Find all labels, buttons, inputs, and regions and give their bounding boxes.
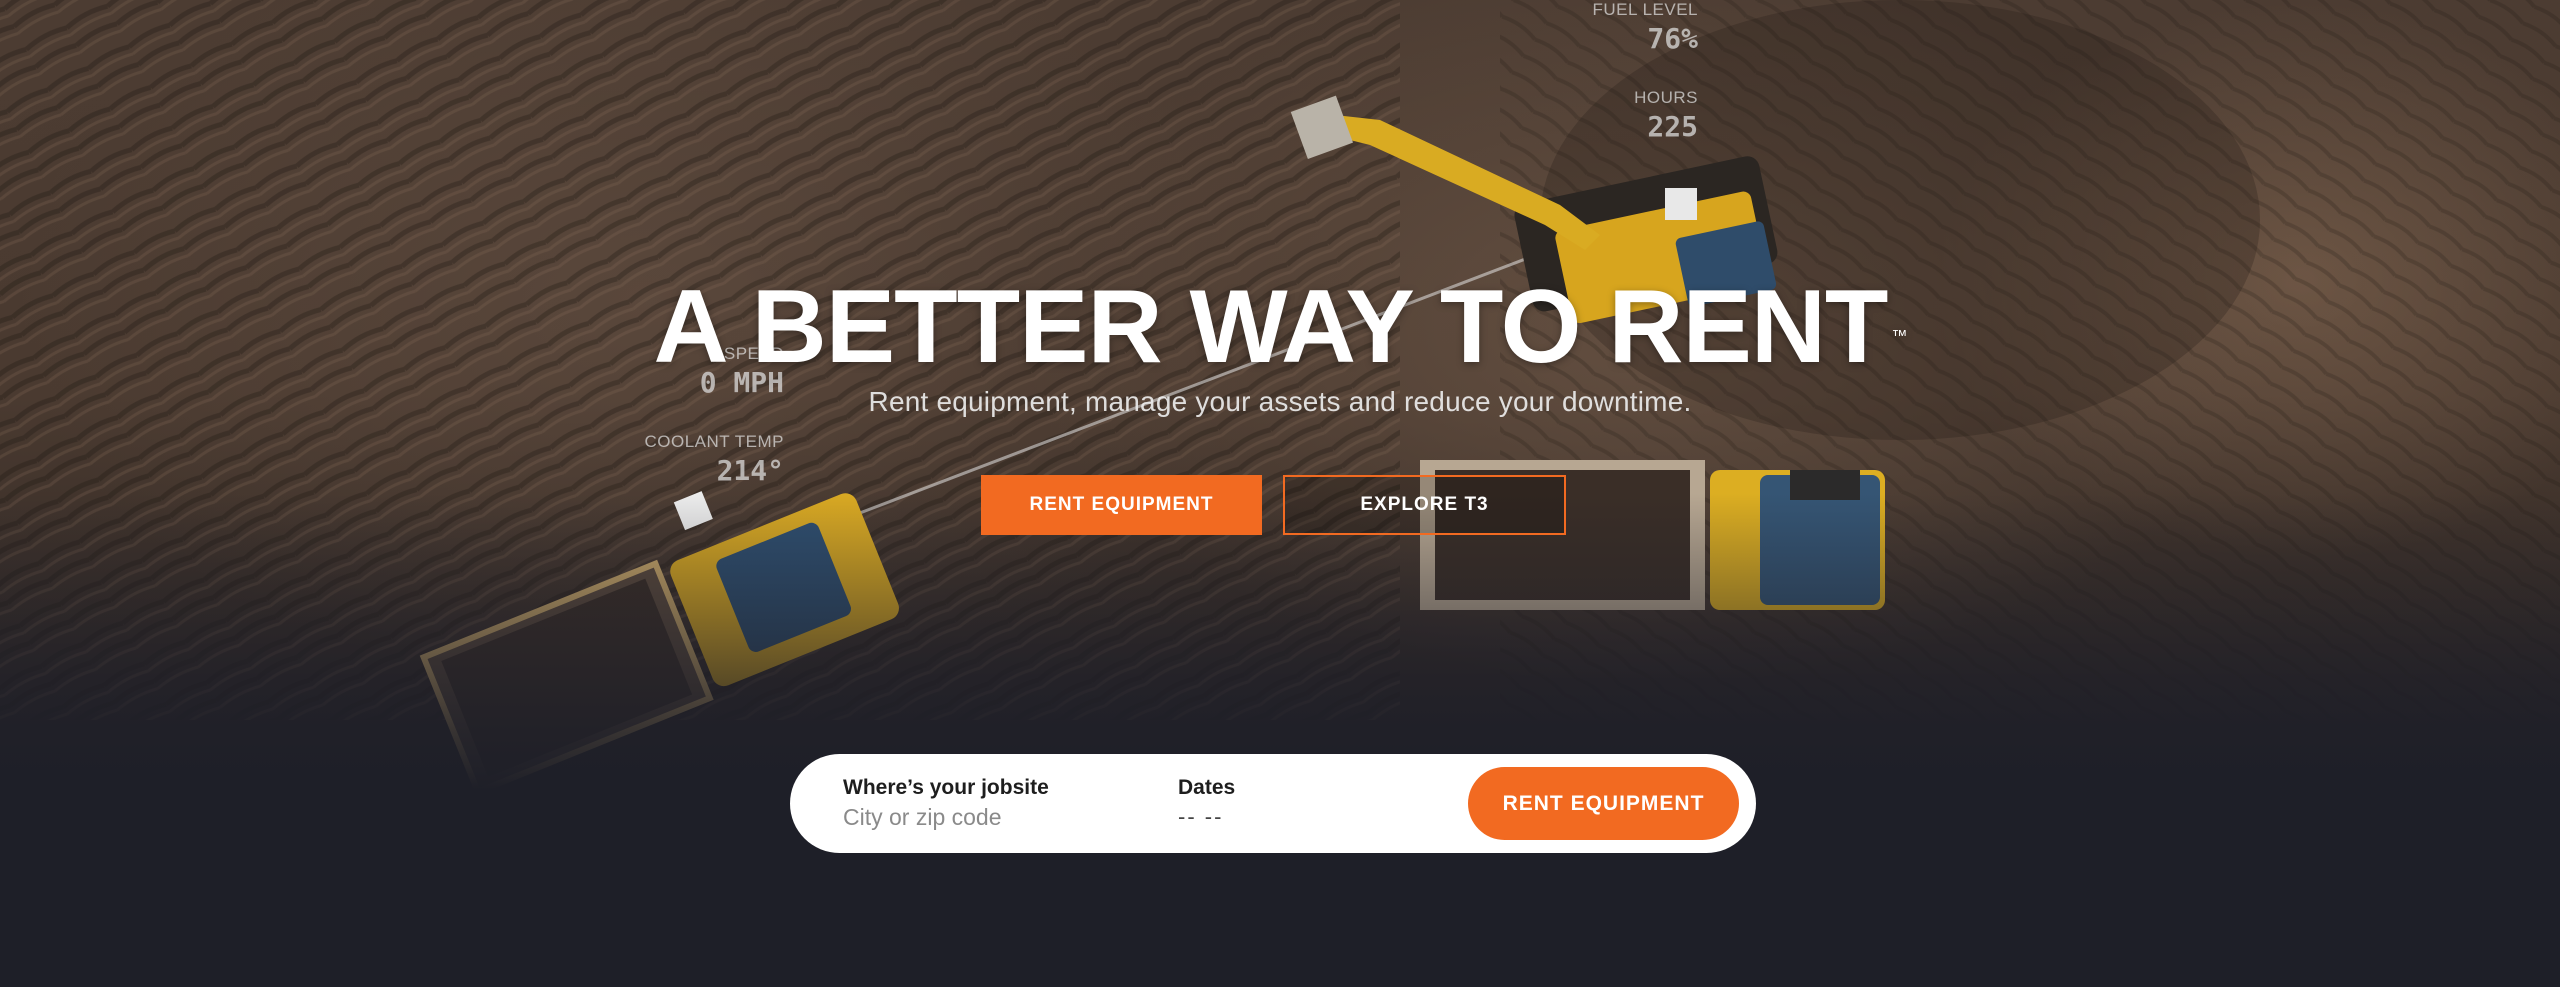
telemetry-fuel-label: FUEL LEVEL xyxy=(1592,0,1698,19)
telemetry-fuel-value: 76% xyxy=(1647,22,1698,55)
telemetry-hours-label: HOURS xyxy=(1634,88,1698,107)
dates-value[interactable]: -- -- xyxy=(1178,804,1235,830)
jobsite-label: Where’s your jobsite xyxy=(843,776,1049,799)
jobsite-field[interactable]: Where’s your jobsite xyxy=(843,776,1123,831)
telemetry-hours-value: 225 xyxy=(1647,110,1698,143)
dates-field[interactable]: Dates -- -- xyxy=(1178,776,1235,830)
jobsite-input[interactable] xyxy=(843,804,1123,831)
trademark-symbol: ™ xyxy=(1891,328,1907,345)
telemetry-coolant-label: COOLANT TEMP xyxy=(644,432,784,451)
rent-equipment-button[interactable]: RENT EQUIPMENT xyxy=(981,475,1262,535)
dates-label: Dates xyxy=(1178,776,1236,799)
hero-title: A BETTER WAY TO RENT ™ xyxy=(0,272,2560,382)
telemetry-coolant-value: 214° xyxy=(716,454,784,487)
hero-subtitle: Rent equipment, manage your assets and r… xyxy=(868,386,1692,417)
hero-title-text: A BETTER WAY TO RENT xyxy=(653,269,1889,385)
search-rent-equipment-button[interactable]: RENT EQUIPMENT xyxy=(1468,767,1739,840)
telemetry-hours: HOURS 225 xyxy=(1634,88,1698,143)
rental-search-bar: Where’s your jobsite Dates -- -- RENT EQ… xyxy=(790,754,1756,853)
telemetry-coolant: COOLANT TEMP 214° xyxy=(644,432,784,487)
telemetry-fuel: FUEL LEVEL 76% xyxy=(1593,0,1698,55)
explore-t3-button[interactable]: EXPLORE T3 xyxy=(1283,475,1566,535)
